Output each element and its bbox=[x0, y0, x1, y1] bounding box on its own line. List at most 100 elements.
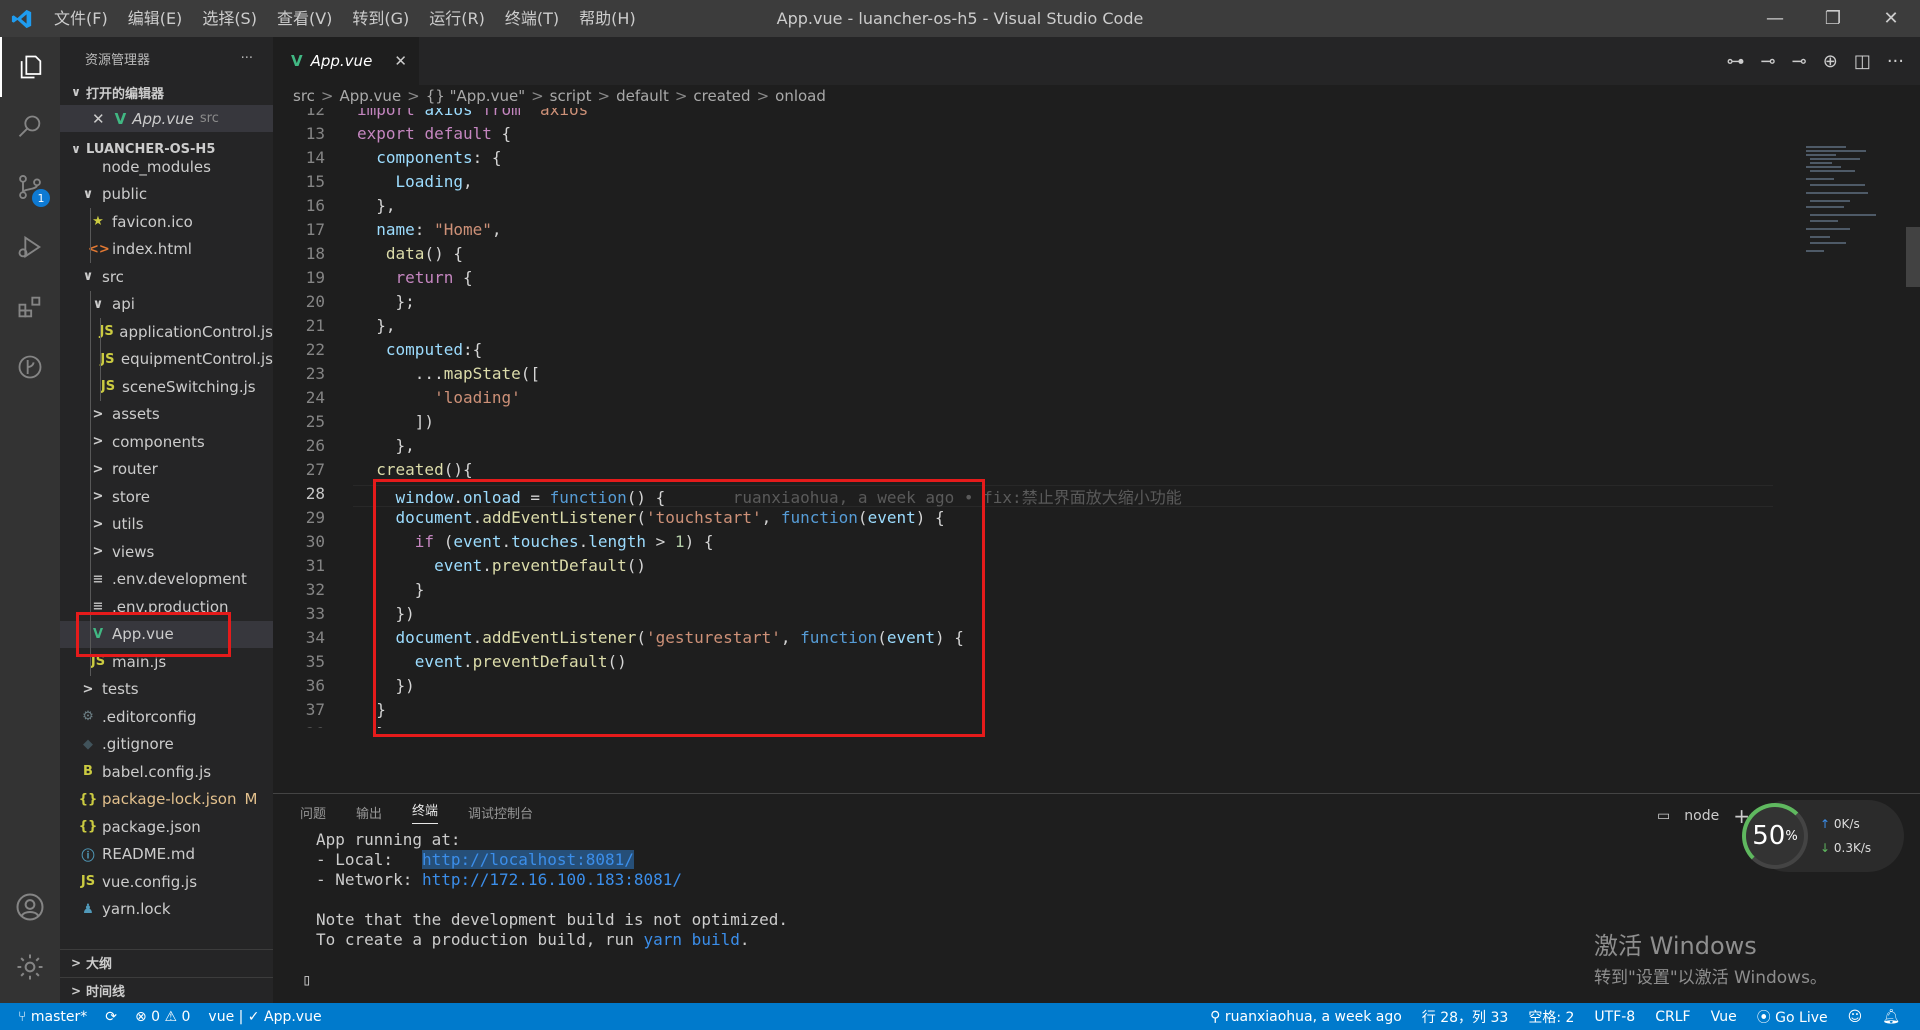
tab-app-vue[interactable]: V App.vue ✕ bbox=[273, 37, 419, 85]
file-item[interactable]: V App.vue bbox=[60, 620, 273, 648]
close-icon[interactable]: ✕ bbox=[92, 110, 105, 128]
menu-item[interactable]: 运行(R) bbox=[419, 0, 495, 37]
file-item[interactable]: JS applicationControl.js bbox=[60, 318, 273, 346]
go-live-button[interactable]: ⦿ Go Live bbox=[1757, 1007, 1828, 1027]
panel-tab[interactable]: 终端 bbox=[412, 800, 439, 824]
file-item[interactable]: {} package.json bbox=[60, 813, 273, 841]
menu-item[interactable]: 文件(F) bbox=[44, 0, 118, 37]
previous-change-icon[interactable]: ⊸ bbox=[1761, 51, 1776, 72]
breadcrumb-item[interactable]: default bbox=[616, 87, 669, 105]
code-line[interactable]: } bbox=[357, 700, 386, 719]
folder-item[interactable]: > components bbox=[60, 428, 273, 456]
code-line[interactable]: import axios from 'axios' bbox=[357, 108, 598, 119]
file-item[interactable]: ⚙ .editorconfig bbox=[60, 703, 273, 731]
code-line[interactable]: name: "Home", bbox=[357, 220, 501, 239]
code-line[interactable]: computed:{ bbox=[357, 340, 482, 359]
code-line[interactable]: ...mapState([ bbox=[357, 364, 540, 383]
restore-icon[interactable]: ❐ bbox=[1804, 0, 1862, 37]
file-item[interactable]: JS main.js bbox=[60, 648, 273, 676]
code-line[interactable]: data() { bbox=[357, 244, 463, 263]
code-line[interactable]: event.preventDefault() bbox=[357, 652, 627, 671]
folder-item[interactable]: > store bbox=[60, 483, 273, 511]
language-mode[interactable]: Vue bbox=[1711, 1009, 1737, 1025]
code-line[interactable]: }; bbox=[357, 292, 415, 311]
file-item[interactable]: <> index.html bbox=[60, 235, 273, 263]
code-line[interactable]: document.addEventListener('gesturestart'… bbox=[357, 628, 964, 647]
breadcrumb-item[interactable]: src bbox=[293, 87, 315, 105]
network-url-link[interactable]: http://172.16.100.183:8081/ bbox=[422, 870, 682, 889]
breadcrumb-item[interactable]: created bbox=[693, 87, 750, 105]
panel-tab[interactable]: 输出 bbox=[356, 803, 382, 822]
folder-item[interactable]: > tests bbox=[60, 676, 273, 704]
file-item[interactable]: JS sceneSwitching.js bbox=[60, 373, 273, 401]
run-debug-icon[interactable] bbox=[0, 217, 60, 277]
breadcrumb-item[interactable]: App.vue bbox=[339, 87, 401, 105]
code-line[interactable]: 'loading' bbox=[357, 388, 521, 407]
open-changes-icon[interactable]: ⊕ bbox=[1823, 51, 1838, 72]
code-line[interactable]: }, bbox=[357, 196, 395, 215]
vue-indicator[interactable]: vue | ✓ App.vue bbox=[208, 1009, 321, 1025]
code-line[interactable]: window.onload = function() { ruanxiaohua… bbox=[357, 484, 1182, 508]
close-icon[interactable]: ✕ bbox=[1862, 0, 1920, 37]
code-line[interactable]: components: { bbox=[357, 148, 501, 167]
file-item[interactable]: ≡ .env.development bbox=[60, 565, 273, 593]
network-speed-widget[interactable]: 50% ↑ 0K/s ↓ 0.3K/s bbox=[1742, 800, 1904, 872]
breadcrumb-item[interactable]: onload bbox=[775, 87, 826, 105]
code-line[interactable]: }) bbox=[357, 604, 415, 623]
close-tab-icon[interactable]: ✕ bbox=[394, 52, 407, 70]
breadcrumb-item[interactable]: {} "App.vue" bbox=[426, 87, 525, 105]
code-line[interactable]: export default { bbox=[357, 124, 511, 143]
file-item[interactable]: {} package-lock.json M bbox=[60, 786, 273, 814]
folder-item[interactable]: > views bbox=[60, 538, 273, 566]
code-line[interactable]: } bbox=[357, 580, 425, 599]
file-item[interactable]: node_modules bbox=[60, 153, 273, 181]
cursor-position[interactable]: 行 28，列 33 bbox=[1422, 1007, 1509, 1027]
folder-item[interactable]: ∨ api bbox=[60, 290, 273, 318]
file-item[interactable]: Bbabel.config.js bbox=[60, 758, 273, 786]
timeline-section[interactable]: > 时间线 bbox=[60, 977, 273, 1003]
panel-tab[interactable]: 调试控制台 bbox=[468, 803, 533, 822]
panel-tab[interactable]: 问题 bbox=[300, 803, 326, 822]
menu-item[interactable]: 帮助(H) bbox=[569, 0, 646, 37]
local-url-link[interactable]: http://localhost:8081/ bbox=[421, 850, 634, 869]
indentation[interactable]: 空格: 2 bbox=[1528, 1007, 1574, 1027]
notifications-icon[interactable]: 🔔︎ bbox=[1882, 1009, 1900, 1025]
scrollbar-thumb[interactable] bbox=[1906, 227, 1920, 287]
line-ending[interactable]: CRLF bbox=[1655, 1009, 1690, 1025]
code-line[interactable]: created(){ bbox=[357, 460, 472, 479]
file-item[interactable]: ⓘ README.md bbox=[60, 841, 273, 869]
menu-item[interactable]: 查看(V) bbox=[267, 0, 342, 37]
source-control-icon[interactable]: 1 bbox=[0, 157, 60, 217]
extensions-icon[interactable] bbox=[0, 277, 60, 337]
code-line[interactable]: return { bbox=[357, 268, 473, 287]
search-icon[interactable] bbox=[0, 97, 60, 157]
code-view[interactable]: 12 import axios from 'axios' 13 export defa… bbox=[273, 108, 1773, 728]
menu-item[interactable]: 终端(T) bbox=[495, 0, 569, 37]
file-item[interactable]: JS vue.config.js bbox=[60, 868, 273, 896]
breadcrumb-item[interactable]: script bbox=[550, 87, 592, 105]
accounts-icon[interactable] bbox=[0, 877, 60, 937]
split-editor-icon[interactable]: ◫ bbox=[1854, 51, 1871, 72]
git-graph-icon[interactable] bbox=[0, 337, 60, 397]
code-line[interactable]: ]) bbox=[357, 412, 434, 431]
git-blame[interactable]: ⚲ ruanxiaohua, a week ago bbox=[1210, 1009, 1402, 1025]
sync-icon[interactable]: ⟳ bbox=[105, 1009, 117, 1025]
git-compare-icon[interactable]: ⊶ bbox=[1727, 51, 1745, 72]
folder-item[interactable]: ∨ public bbox=[60, 181, 273, 209]
terminal-select[interactable]: node bbox=[1684, 808, 1719, 824]
code-line[interactable]: document.addEventListener('touchstart', … bbox=[357, 508, 945, 527]
more-actions-icon[interactable]: ··· bbox=[241, 51, 253, 66]
folder-item[interactable]: > assets bbox=[60, 400, 273, 428]
explorer-icon[interactable] bbox=[0, 37, 60, 97]
code-line[interactable]: }, bbox=[357, 724, 395, 728]
code-line[interactable]: event.preventDefault() bbox=[357, 556, 646, 575]
code-line[interactable]: }, bbox=[357, 436, 415, 455]
open-editors-section[interactable]: ∨ 打开的编辑器 bbox=[60, 79, 273, 105]
code-line[interactable]: }, bbox=[357, 316, 395, 335]
file-item[interactable]: JS equipmentControl.js bbox=[60, 345, 273, 373]
file-item[interactable]: ≡ .env.production bbox=[60, 593, 273, 621]
next-change-icon[interactable]: ⊸ bbox=[1792, 51, 1807, 72]
feedback-icon[interactable]: ☺ bbox=[1848, 1009, 1863, 1025]
minimize-icon[interactable]: — bbox=[1746, 0, 1804, 37]
outline-section[interactable]: > 大纲 bbox=[60, 949, 273, 975]
